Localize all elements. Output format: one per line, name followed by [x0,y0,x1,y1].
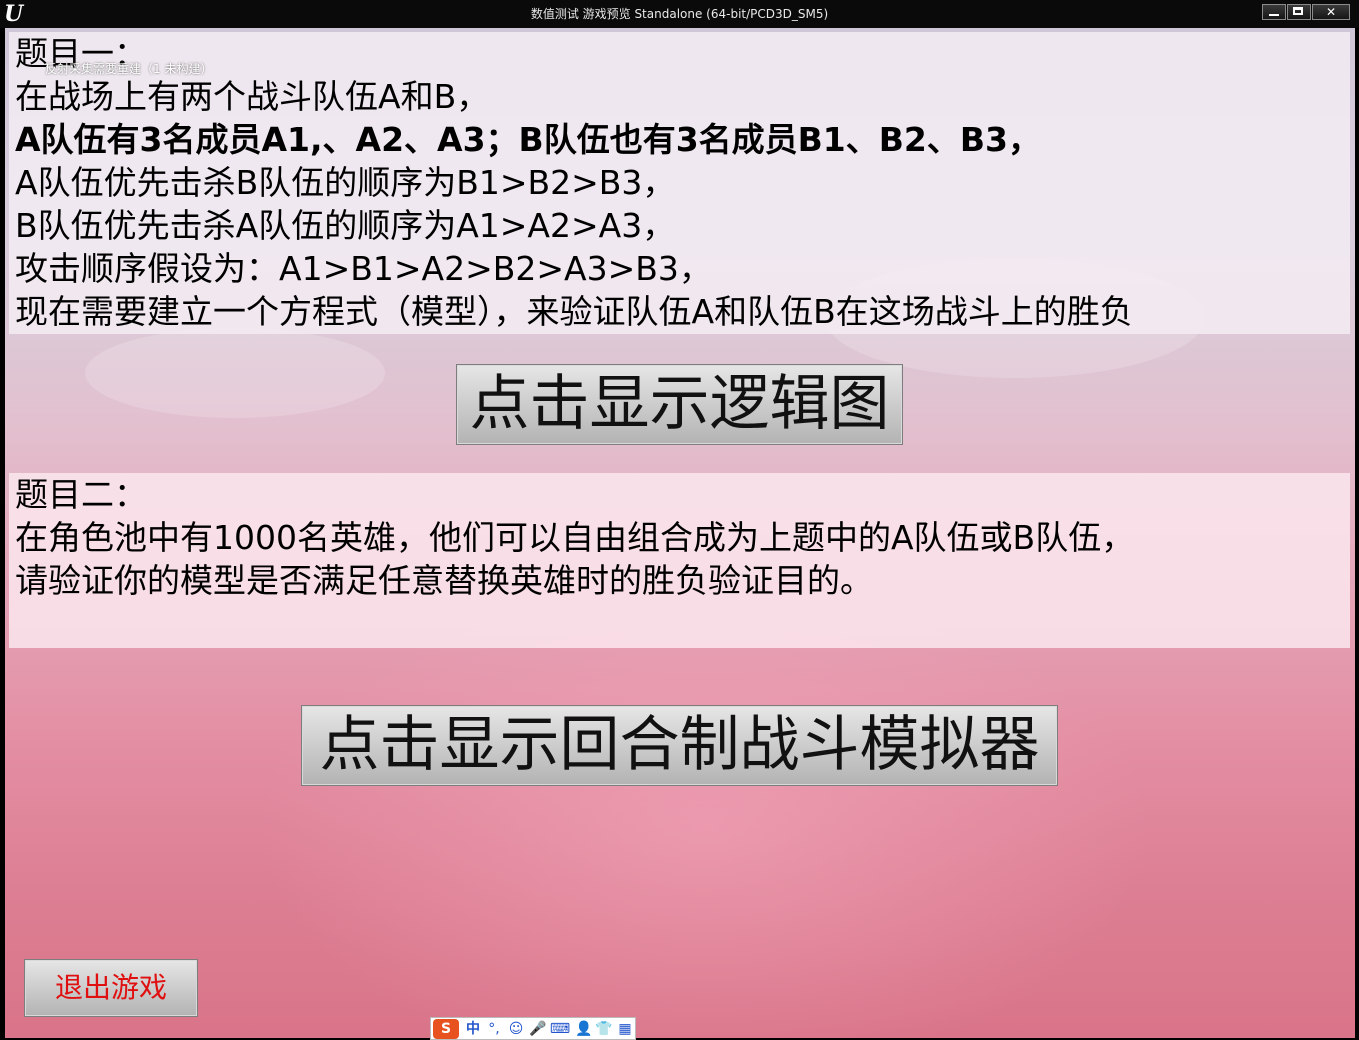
grid-icon[interactable]: ▦ [617,1019,633,1039]
ime-mode-toggle[interactable]: 中 [463,1019,483,1039]
skin-icon[interactable]: 👕 [595,1019,613,1039]
emoji-icon[interactable]: ☺ [507,1019,525,1039]
show-logic-diagram-button[interactable]: 点击显示逻辑图 [456,364,903,445]
game-window: U 数值测试 游戏预览 Standalone (64-bit/PCD3D_SM5… [0,0,1359,1040]
close-button[interactable]: ✕ [1312,4,1350,20]
debug-message: 反射采集需要重建（1 未构建） [45,62,213,76]
maximize-button[interactable] [1287,4,1311,20]
question-two-line: 在角色池中有1000名英雄，他们可以自由组合成为上题中的A队伍或B队伍， [15,518,1135,557]
question-one-panel: 题目一： 在战场上有两个战斗队伍A和B， A队伍有3名成员A1,、A2、A3；B… [9,32,1350,334]
question-two-panel: 题目二： 在角色池中有1000名英雄，他们可以自由组合成为上题中的A队伍或B队伍… [9,473,1350,648]
minimize-button[interactable] [1262,4,1286,20]
close-icon: ✕ [1325,5,1337,19]
user-icon[interactable]: 👤 [575,1019,593,1039]
question-one-line: 现在需要建立一个方程式（模型），来验证队伍A和队伍B在这场战斗上的胜负 [15,292,1133,331]
question-one-line: A队伍有3名成员A1,、A2、A3；B队伍也有3名成员B1、B2、B3， [15,120,1041,159]
punctuation-toggle[interactable]: °, [485,1019,503,1039]
question-two-heading: 题目二： [15,475,147,514]
show-battle-simulator-button[interactable]: 点击显示回合制战斗模拟器 [301,705,1058,786]
question-one-line: B队伍优先击杀A队伍的顺序为A1>A2>A3， [15,206,676,245]
microphone-icon[interactable]: 🎤 [529,1019,546,1039]
ime-toolbar[interactable]: S 中 °, ☺ 🎤 ⌨ 👤 👕 ▦ [430,1017,636,1040]
question-one-line: A队伍优先击杀B队伍的顺序为B1>B2>B3， [15,163,676,202]
minimize-icon [1269,14,1279,16]
background-cloud [85,328,385,418]
window-title: 数值测试 游戏预览 Standalone (64-bit/PCD3D_SM5) [530,7,829,21]
title-bar[interactable]: U 数值测试 游戏预览 Standalone (64-bit/PCD3D_SM5… [0,0,1359,28]
question-two-line: 请验证你的模型是否满足任意替换英雄时的胜负验证目的。 [15,561,873,600]
exit-game-button[interactable]: 退出游戏 [24,959,198,1017]
maximize-icon [1293,7,1303,15]
sogou-logo-icon[interactable]: S [433,1019,459,1039]
question-one-line: 在战场上有两个战斗队伍A和B， [15,77,490,116]
game-viewport: 题目一： 在战场上有两个战斗队伍A和B， A队伍有3名成员A1,、A2、A3；B… [5,28,1355,1038]
question-one-line: 攻击顺序假设为：A1>B1>A2>B2>A3>B3， [15,249,712,288]
keyboard-icon[interactable]: ⌨ [549,1019,571,1039]
